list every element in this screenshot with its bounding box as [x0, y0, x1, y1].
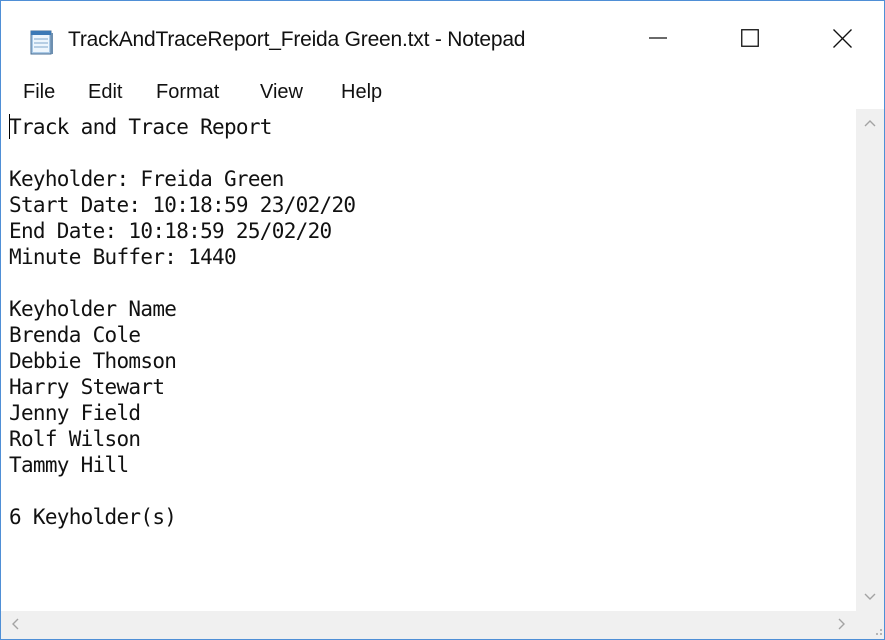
- doc-line: Jenny Field: [9, 401, 141, 425]
- menu-edit[interactable]: Edit: [86, 80, 124, 104]
- doc-line: Harry Stewart: [9, 375, 165, 399]
- title-bar[interactable]: TrackAndTraceReport_Freida Green.txt - N…: [1, 1, 884, 75]
- chevron-left-icon: [11, 617, 19, 635]
- chevron-down-icon: [864, 588, 876, 606]
- editor-area: Track and Trace Report Keyholder: Freida…: [1, 109, 884, 639]
- scroll-left-button[interactable]: [1, 611, 29, 639]
- chevron-up-icon: [864, 114, 876, 132]
- menu-view[interactable]: View: [258, 80, 305, 104]
- doc-line: End Date: 10:18:59 25/02/20: [9, 219, 332, 243]
- menu-help[interactable]: Help: [339, 80, 384, 104]
- scroll-up-button[interactable]: [856, 109, 884, 137]
- menu-file[interactable]: File: [21, 80, 57, 104]
- close-icon: [832, 28, 852, 48]
- scroll-down-button[interactable]: [856, 583, 884, 611]
- doc-line: Start Date: 10:18:59 23/02/20: [9, 193, 356, 217]
- minimize-button[interactable]: [612, 1, 704, 75]
- menu-format[interactable]: Format: [154, 80, 221, 104]
- notepad-window: TrackAndTraceReport_Freida Green.txt - N…: [0, 0, 885, 640]
- doc-line: Tammy Hill: [9, 453, 129, 477]
- menu-bar: File Edit Format View Help: [1, 75, 884, 109]
- doc-line: Minute Buffer: 1440: [9, 245, 237, 269]
- horizontal-scrollbar[interactable]: [1, 611, 856, 639]
- scroll-right-button[interactable]: [828, 611, 856, 639]
- doc-line: 6 Keyholder(s): [9, 505, 177, 529]
- notepad-icon[interactable]: [29, 29, 55, 55]
- maximize-button[interactable]: [704, 1, 796, 75]
- text-editor[interactable]: Track and Trace Report Keyholder: Freida…: [1, 109, 856, 611]
- resize-grip[interactable]: [856, 611, 884, 639]
- doc-line: Debbie Thomson: [9, 349, 177, 373]
- doc-line: Track and Trace Report: [9, 115, 272, 139]
- chevron-right-icon: [838, 617, 846, 635]
- doc-line: Rolf Wilson: [9, 427, 141, 451]
- doc-line: Keyholder Name: [9, 297, 177, 321]
- close-button[interactable]: [796, 1, 884, 75]
- maximize-icon: [741, 29, 759, 47]
- vertical-scrollbar[interactable]: [856, 109, 884, 611]
- resize-grip-icon: [856, 627, 884, 639]
- minimize-icon: [649, 36, 667, 40]
- window-title: TrackAndTraceReport_Freida Green.txt - N…: [68, 28, 526, 51]
- doc-line: Brenda Cole: [9, 323, 141, 347]
- doc-line: Keyholder: Freida Green: [9, 167, 284, 191]
